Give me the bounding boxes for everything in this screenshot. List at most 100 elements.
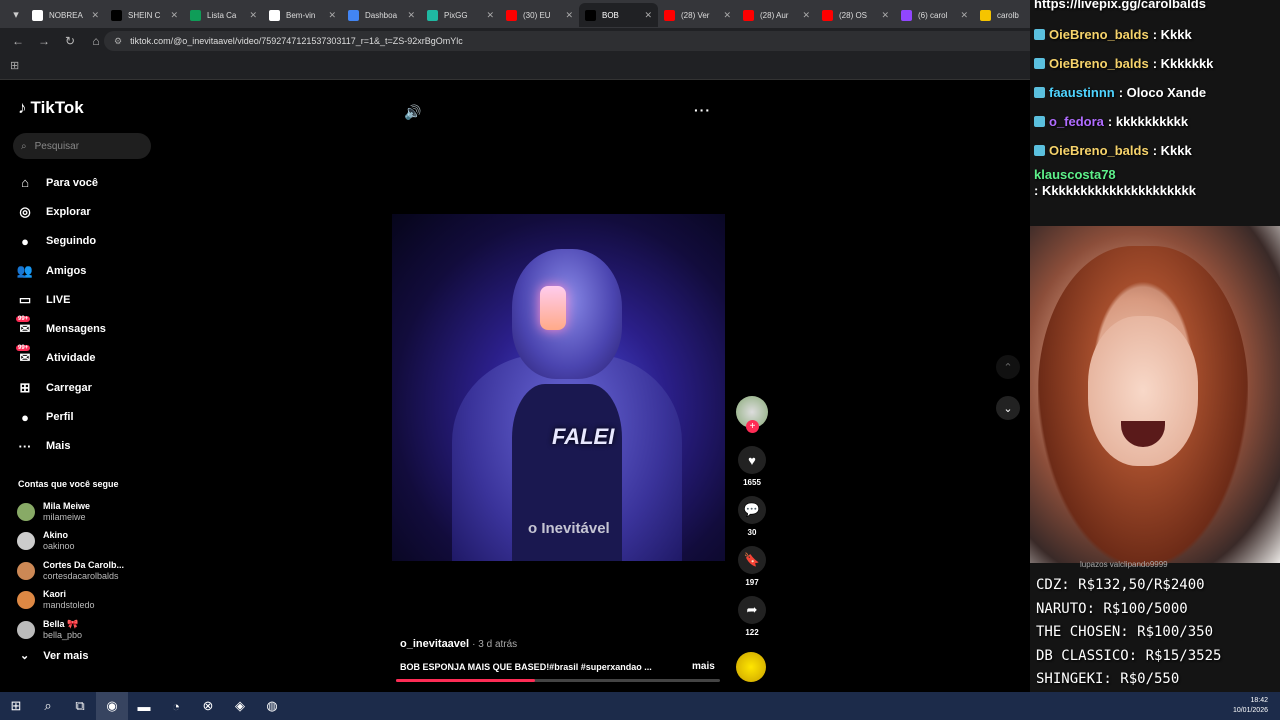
followed-account[interactable]: Kaori mandstoledo [17, 586, 124, 616]
tiktok-logo-text: TikTok [30, 98, 84, 117]
video-player[interactable]: FALEI o Inevitável [392, 214, 725, 561]
taskbar-search-icon[interactable]: ⌕ [32, 692, 64, 720]
sidebar-item[interactable]: ● Seguindo [16, 227, 106, 256]
share-action[interactable]: ➦ 122 [734, 596, 770, 637]
url-text: tiktok.com/@o_inevitaavel/video/75927471… [130, 36, 463, 46]
sidebar-item[interactable]: ✉ 99+ Atividade [16, 344, 106, 373]
followed-account[interactable]: Bella 🎀 bella_pbo [17, 615, 124, 645]
avatar [17, 561, 35, 580]
tab-close-icon[interactable]: ✕ [486, 10, 494, 21]
see-more-button[interactable]: ⌄ Ver mais [20, 649, 88, 663]
site-info-icon[interactable]: ⚙ [114, 36, 122, 47]
account-handle: mandstoledo [43, 600, 95, 611]
sidebar-item[interactable]: ● Perfil [16, 402, 106, 431]
tab-close-icon[interactable]: ✕ [328, 10, 336, 21]
caption-more-button[interactable]: mais [692, 661, 715, 672]
discord-icon[interactable]: ◔ [160, 692, 192, 720]
browser-tab[interactable]: (28) Aur ✕ [737, 3, 816, 27]
tab-title: Bem-vin [286, 10, 316, 20]
volume-icon[interactable]: 🔊 [404, 104, 421, 121]
tab-close-icon[interactable]: ✕ [565, 10, 573, 21]
tab-favicon-icon [980, 9, 991, 21]
author-handle[interactable]: o_inevitaavel [400, 638, 469, 650]
xbox-icon[interactable]: ⊗ [192, 692, 224, 720]
sidebar-item[interactable]: 👥 Amigos [16, 256, 106, 285]
browser-tab[interactable]: BOB ✕ [579, 3, 658, 27]
file-explorer-icon[interactable]: ▬ [128, 692, 160, 720]
follow-plus-icon[interactable]: + [746, 420, 759, 433]
followed-account[interactable]: Akino oakinoo [17, 527, 124, 557]
obs-icon[interactable]: ◍ [256, 692, 288, 720]
heart-icon[interactable]: ♥ [738, 446, 766, 474]
browser-tab[interactable]: SHEIN C ✕ [105, 3, 184, 27]
video-author[interactable]: o_inevitaavel · 3 d atrás [400, 638, 517, 650]
tab-close-icon[interactable]: ✕ [881, 10, 889, 21]
sidebar-item[interactable]: ✉ 99+ Mensagens [16, 314, 106, 343]
account-name: Mila Meiwe [43, 500, 91, 511]
chat-badge-icon [1034, 58, 1045, 69]
like-action[interactable]: ♥ 1655 [734, 446, 770, 487]
sidebar-item[interactable]: ⊞ Carregar [16, 373, 106, 402]
followed-account[interactable]: Mila Meiwe milameiwe [17, 497, 124, 527]
sidebar-item[interactable]: ⌂ Para você [16, 168, 106, 197]
browser-tab[interactable]: (6) carol ✕ [895, 3, 974, 27]
tab-title: SHEIN C [128, 10, 161, 20]
tab-close-icon[interactable]: ✕ [91, 10, 99, 21]
reload-icon[interactable]: ↻ [62, 33, 78, 49]
tab-close-icon[interactable]: ✕ [170, 10, 178, 21]
shield-icon[interactable]: ◈ [224, 692, 256, 720]
browser-tab[interactable]: (28) Ver ✕ [658, 3, 737, 27]
tiktok-logo[interactable]: ♪ TikTok [18, 98, 84, 118]
music-disc-icon[interactable] [736, 652, 766, 682]
browser-tab[interactable]: Bem-vin ✕ [263, 3, 342, 27]
bookmark-icon[interactable]: 🔖 [738, 546, 766, 574]
windows-start-icon[interactable]: ⊞ [0, 692, 32, 720]
comment-action[interactable]: 💬 30 [734, 496, 770, 537]
browser-tab[interactable]: (28) OS ✕ [816, 3, 895, 27]
forward-icon[interactable]: → [36, 33, 52, 49]
tab-favicon-icon [190, 9, 201, 21]
save-action[interactable]: 🔖 197 [734, 546, 770, 587]
previous-video-button[interactable]: ⌃ [996, 355, 1020, 379]
browser-tab[interactable]: (30) EU ✕ [500, 3, 579, 27]
tab-close-icon[interactable]: ✕ [802, 10, 810, 21]
creator-avatar[interactable]: + [736, 396, 768, 433]
share-icon[interactable]: ➦ [738, 596, 766, 624]
video-actions: + ♥ 1655 💬 30 🔖 197 ➦ 122 [734, 396, 770, 637]
tab-search-icon[interactable]: ▾ [6, 4, 26, 24]
sidebar-item[interactable]: ▭ LIVE [16, 285, 106, 314]
video-progress-fill [396, 679, 536, 682]
browser-tab[interactable]: NOBREA ✕ [26, 3, 105, 27]
clock-time: 18:42 [1250, 697, 1268, 704]
tab-close-icon[interactable]: ✕ [723, 10, 731, 21]
donation-goal: DB CLASSICO: R$15/3525 [1036, 647, 1222, 664]
home-icon[interactable]: ⌂ [88, 33, 104, 49]
chrome-icon[interactable]: ◉ [96, 692, 128, 720]
tab-close-icon[interactable]: ✕ [644, 10, 652, 21]
sidebar-item[interactable]: ◎ Explorar [16, 197, 106, 226]
task-view-icon[interactable]: ⧉ [64, 692, 96, 720]
browser-tab[interactable]: PixGG ✕ [421, 3, 500, 27]
comment-icon[interactable]: 💬 [738, 496, 766, 524]
url-bar[interactable]: ⚙ tiktok.com/@o_inevitaavel/video/759274… [104, 31, 1044, 51]
system-clock[interactable]: 18:42 10/01/2026 [1233, 696, 1268, 716]
more-options-icon[interactable]: ··· [694, 102, 711, 118]
tab-close-icon[interactable]: ✕ [249, 10, 257, 21]
followed-account[interactable]: Cortes Da Carolb... cortesdacarolbalds [17, 556, 124, 586]
tab-close-icon[interactable]: ✕ [960, 10, 968, 21]
browser-tab[interactable]: Lista Ca ✕ [184, 3, 263, 27]
back-icon[interactable]: ← [10, 33, 26, 49]
home-icon: ⌂ [21, 175, 29, 191]
chat-badge-icon [1034, 116, 1045, 127]
apps-icon[interactable]: ⊞ [10, 59, 19, 72]
search-input[interactable]: ⌕ Pesquisar [13, 133, 151, 159]
sidebar-nav: ⌂ Para você ◎ Explorar ● Seguindo 👥 Amigos ▭ LIVE… [16, 168, 106, 461]
video-progress-bar[interactable] [396, 679, 720, 682]
sidebar-item[interactable]: ··· Mais [16, 432, 106, 461]
next-video-button[interactable]: ⌄ [996, 396, 1020, 420]
account-name: Kaori [43, 589, 67, 600]
browser-tab[interactable]: Dashboa ✕ [342, 3, 421, 27]
chat-text: : kkkkkkkkkk [1107, 114, 1189, 129]
chat-text: : Oloco Xande [1118, 85, 1207, 100]
tab-close-icon[interactable]: ✕ [407, 10, 415, 21]
